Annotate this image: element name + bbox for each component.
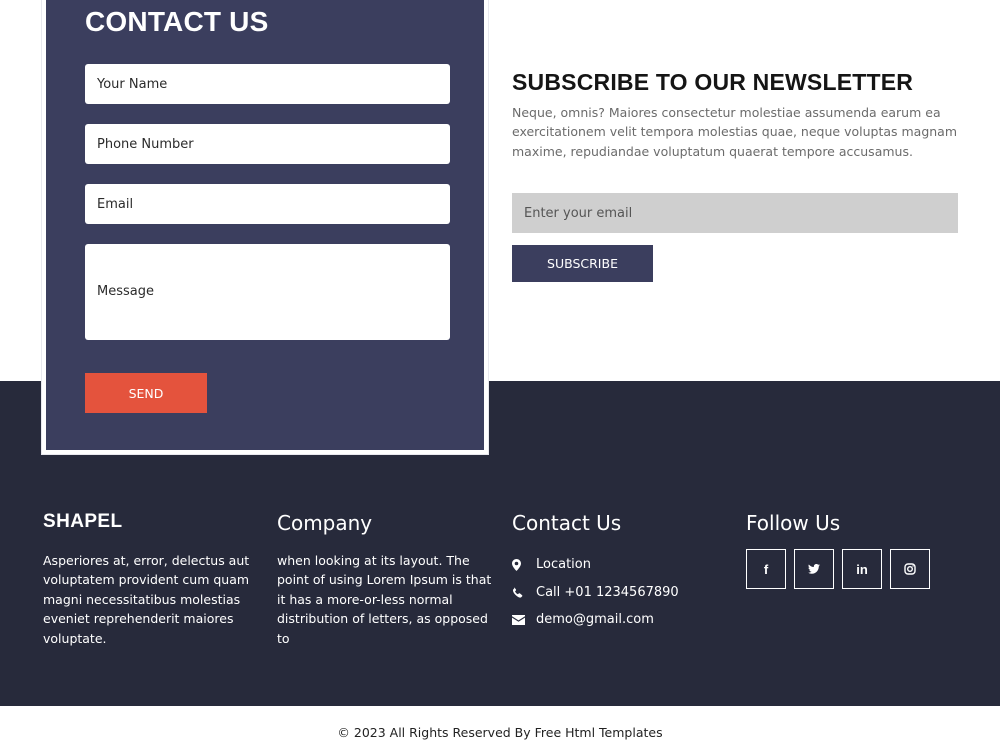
twitter-icon[interactable]: [794, 549, 834, 589]
footer-contact-title: Contact Us: [512, 511, 622, 535]
send-button[interactable]: SEND: [85, 373, 207, 413]
footer-company-title: Company: [277, 511, 373, 535]
phone-icon: [512, 587, 536, 598]
contact-phone-link[interactable]: Call +01 1234567890: [536, 585, 679, 600]
instagram-icon[interactable]: [890, 549, 930, 589]
copyright-text: © 2023 All Rights Reserved By Free Html …: [337, 725, 663, 740]
contact-phone-item: Call +01 1234567890: [512, 579, 679, 607]
footer-follow-column: Follow Us f in: [746, 511, 930, 589]
message-input[interactable]: [85, 244, 450, 340]
footer-contact-list: Location Call +01 1234567890 demo@gmail.…: [512, 551, 679, 634]
footer-follow-title: Follow Us: [746, 511, 841, 535]
linkedin-icon[interactable]: in: [842, 549, 882, 589]
newsletter-email-input[interactable]: [512, 193, 958, 233]
footer-brand-text: Asperiores at, error, delectus aut volup…: [43, 553, 250, 646]
newsletter-title: SUBSCRIBE TO OUR NEWSLETTER: [512, 69, 914, 95]
contact-title: CONTACT US: [85, 6, 269, 37]
newsletter-description: Neque, omnis? Maiores consectetur molest…: [512, 105, 958, 159]
envelope-icon: [512, 614, 536, 625]
contact-email-item: demo@gmail.com: [512, 606, 679, 634]
subscribe-button[interactable]: SUBSCRIBE: [512, 245, 653, 282]
social-links: f in: [746, 549, 930, 589]
contact-email-link[interactable]: demo@gmail.com: [536, 612, 654, 627]
footer-contact-column: Contact Us Location Call +01 1234567890 …: [512, 511, 679, 634]
facebook-icon[interactable]: f: [746, 549, 786, 589]
phone-input[interactable]: [85, 124, 450, 164]
name-input[interactable]: [85, 64, 450, 104]
footer-company-text: when looking at its layout. The point of…: [277, 553, 492, 646]
contact-form-card: CONTACT US SEND: [41, 0, 489, 455]
contact-location-item: Location: [512, 551, 679, 579]
map-marker-icon: [512, 558, 536, 571]
contact-location-link[interactable]: Location: [536, 557, 591, 572]
footer-brand-column: SHAPEL Asperiores at, error, delectus au…: [43, 511, 258, 648]
email-input[interactable]: [85, 184, 450, 224]
footer-company-column: Company when looking at its layout. The …: [277, 511, 492, 648]
footer-brand-title: SHAPEL: [43, 511, 123, 532]
